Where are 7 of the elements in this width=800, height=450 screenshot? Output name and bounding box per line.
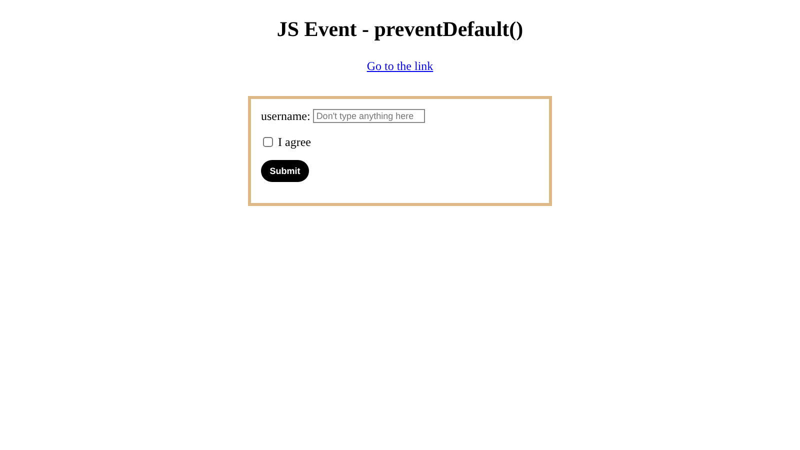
agree-checkbox[interactable] [263,137,273,147]
page-title: JS Event - preventDefault() [276,17,524,42]
username-label: username: [261,108,310,124]
submit-button[interactable]: Submit [261,160,309,182]
username-field[interactable]: Don't type anything here [313,109,426,123]
link[interactable]: Go to the link [366,59,434,74]
checkbox-label: I agree [278,134,311,150]
